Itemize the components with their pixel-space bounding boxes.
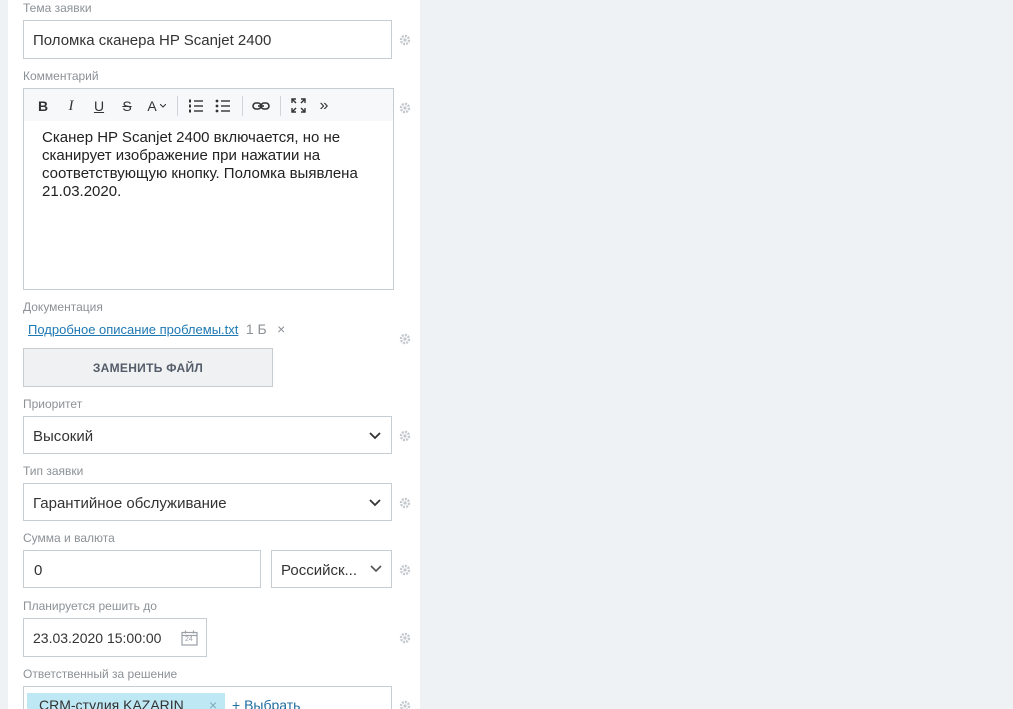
select-responsible-link[interactable]: + Выбрать (232, 697, 300, 709)
font-style-button[interactable]: A (144, 97, 160, 115)
amount-input[interactable]: 0 (23, 550, 261, 588)
documentation-label: Документация (23, 300, 103, 314)
subject-input[interactable]: Поломка сканера HP Scanjet 2400 (23, 20, 392, 59)
amount-value: 0 (34, 562, 43, 579)
italic-button[interactable]: I (64, 97, 78, 115)
link-icon[interactable] (252, 99, 270, 113)
responsible-tag: CRM-студия KAZARIN × (27, 693, 225, 709)
comment-text[interactable]: Сканер HP Scanjet 2400 включается, но не… (42, 129, 387, 201)
request-type-label: Тип заявки (23, 464, 84, 478)
toolbar-divider (242, 96, 243, 116)
gear-icon[interactable] (399, 430, 411, 442)
replace-file-button[interactable]: ЗАМЕНИТЬ ФАЙЛ (23, 348, 273, 387)
request-type-value: Гарантийное обслуживание (33, 495, 227, 512)
strikethrough-button[interactable]: S (120, 97, 134, 115)
deadline-label: Планируется решить до (23, 599, 157, 613)
priority-select[interactable]: Высокий (23, 416, 392, 454)
amount-label: Сумма и валюта (23, 531, 115, 545)
priority-label: Приоритет (23, 397, 83, 411)
gear-icon[interactable] (399, 497, 411, 509)
currency-select[interactable]: Российск... (271, 550, 392, 588)
chevron-down-icon (369, 499, 381, 507)
attached-file: Подробное описание проблемы.txt 1 Б × (28, 321, 285, 339)
calendar-day: 24 (185, 636, 193, 643)
priority-value: Высокий (33, 428, 94, 445)
toolbar-divider (280, 96, 281, 116)
subject-value: Поломка сканера HP Scanjet 2400 (33, 32, 272, 49)
gear-icon[interactable] (399, 34, 411, 46)
bullet-list-icon[interactable] (215, 98, 231, 114)
remove-file-icon[interactable]: × (277, 321, 285, 337)
currency-value: Российск... (281, 562, 358, 579)
gear-icon[interactable] (399, 700, 411, 709)
responsible-label: Ответственный за решение (23, 667, 178, 681)
underline-button[interactable]: U (92, 97, 106, 115)
chevron-down-icon (369, 432, 381, 440)
editor-toolbar: B I U S A » (24, 89, 393, 121)
form-panel: Тема заявки Поломка сканера HP Scanjet 2… (8, 0, 420, 709)
deadline-input[interactable]: 23.03.2020 15:00:00 24 (23, 618, 207, 657)
gear-icon[interactable] (399, 632, 411, 644)
subject-label: Тема заявки (23, 1, 92, 15)
file-size: 1 Б (245, 321, 267, 337)
gear-icon[interactable] (399, 564, 411, 576)
chevron-down-icon (370, 565, 382, 573)
numbered-list-icon[interactable] (188, 98, 204, 114)
responsible-tag-label: CRM-студия KAZARIN (39, 697, 184, 709)
deadline-value: 23.03.2020 15:00:00 (33, 630, 162, 646)
chevron-down-icon (160, 104, 166, 108)
comment-editor[interactable]: B I U S A » Сканер HP Scanjet 2400 включ… (23, 88, 394, 290)
bold-button[interactable]: B (36, 97, 50, 115)
fullscreen-icon[interactable] (291, 98, 306, 113)
gear-icon[interactable] (399, 333, 411, 345)
more-button[interactable]: » (317, 97, 331, 115)
comment-label: Комментарий (23, 69, 99, 83)
responsible-field[interactable]: CRM-студия KAZARIN × + Выбрать (23, 686, 392, 709)
request-type-select[interactable]: Гарантийное обслуживание (23, 483, 392, 521)
file-link[interactable]: Подробное описание проблемы.txt (28, 322, 238, 337)
calendar-icon[interactable]: 24 (181, 630, 198, 646)
gear-icon[interactable] (399, 102, 411, 114)
toolbar-divider (177, 96, 178, 116)
tag-remove-icon[interactable]: × (209, 693, 217, 709)
